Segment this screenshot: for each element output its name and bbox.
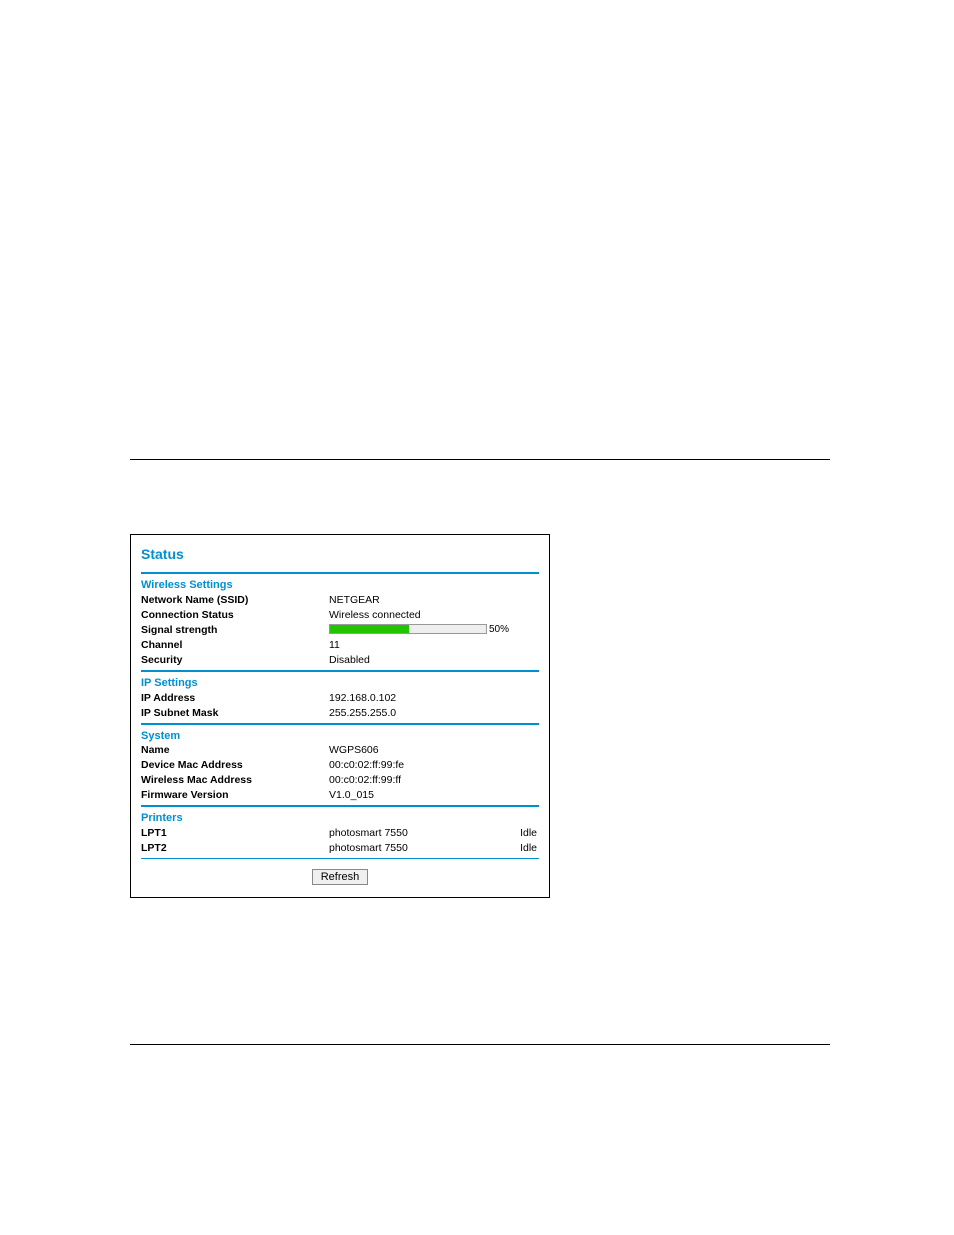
status-panel: Status Wireless Settings Network Name (S… xyxy=(130,534,550,898)
divider xyxy=(141,805,539,807)
label-device-mac: Device Mac Address xyxy=(141,758,243,772)
label-connection-status: Connection Status xyxy=(141,608,234,622)
row-system-name: Name WGPS606 xyxy=(141,743,539,758)
label-subnet-mask: IP Subnet Mask xyxy=(141,706,218,720)
value-ssid: NETGEAR xyxy=(329,593,380,607)
section-heading-wireless: Wireless Settings xyxy=(141,578,539,593)
row-ssid: Network Name (SSID) NETGEAR xyxy=(141,593,539,608)
label-lpt1: LPT1 xyxy=(141,826,167,840)
value-firmware-version: V1.0_015 xyxy=(329,788,374,802)
value-lpt2-name: photosmart 7550 xyxy=(329,841,408,855)
label-signal-strength: Signal strength xyxy=(141,623,217,637)
row-subnet-mask: IP Subnet Mask 255.255.255.0 xyxy=(141,706,539,721)
label-ip-address: IP Address xyxy=(141,691,195,705)
value-lpt1-status: Idle xyxy=(520,826,537,840)
row-signal-strength: Signal strength 50% xyxy=(141,623,539,638)
section-heading-system: System xyxy=(141,729,539,744)
row-wireless-mac: Wireless Mac Address 00:c0:02:ff:99:ff xyxy=(141,773,539,788)
value-channel: 11 xyxy=(329,638,340,652)
label-system-name: Name xyxy=(141,743,170,757)
horizontal-rule xyxy=(130,1044,830,1045)
value-lpt2-status: Idle xyxy=(520,841,537,855)
horizontal-rule xyxy=(130,459,830,460)
value-connection-status: Wireless connected xyxy=(329,608,421,622)
section-heading-ip: IP Settings xyxy=(141,676,539,691)
row-firmware-version: Firmware Version V1.0_015 xyxy=(141,788,539,803)
row-ip-address: IP Address 192.168.0.102 xyxy=(141,691,539,706)
label-ssid: Network Name (SSID) xyxy=(141,593,248,607)
row-printer-1: LPT1 photosmart 7550 Idle xyxy=(141,826,539,841)
value-wireless-mac: 00:c0:02:ff:99:ff xyxy=(329,773,401,787)
signal-strength-bar: 50% xyxy=(329,624,487,634)
panel-title: Status xyxy=(141,545,539,564)
value-security: Disabled xyxy=(329,653,370,667)
row-connection-status: Connection Status Wireless connected xyxy=(141,608,539,623)
row-device-mac: Device Mac Address 00:c0:02:ff:99:fe xyxy=(141,758,539,773)
label-wireless-mac: Wireless Mac Address xyxy=(141,773,252,787)
signal-percent-text: 50% xyxy=(489,623,509,637)
value-subnet-mask: 255.255.255.0 xyxy=(329,706,396,720)
row-printer-2: LPT2 photosmart 7550 Idle xyxy=(141,841,539,856)
row-channel: Channel 11 xyxy=(141,638,539,653)
label-security: Security xyxy=(141,653,182,667)
label-lpt2: LPT2 xyxy=(141,841,167,855)
divider xyxy=(141,670,539,672)
value-device-mac: 00:c0:02:ff:99:fe xyxy=(329,758,404,772)
value-ip-address: 192.168.0.102 xyxy=(329,691,396,705)
section-heading-printers: Printers xyxy=(141,811,539,826)
divider xyxy=(141,723,539,725)
signal-bar-fill xyxy=(330,625,409,633)
label-channel: Channel xyxy=(141,638,182,652)
divider xyxy=(141,858,539,859)
row-security: Security Disabled xyxy=(141,653,539,668)
value-system-name: WGPS606 xyxy=(329,743,379,757)
value-lpt1-name: photosmart 7550 xyxy=(329,826,408,840)
refresh-button[interactable]: Refresh xyxy=(312,869,369,885)
refresh-row: Refresh xyxy=(141,869,539,885)
document-page: Status Wireless Settings Network Name (S… xyxy=(0,0,954,1235)
label-firmware-version: Firmware Version xyxy=(141,788,229,802)
divider xyxy=(141,572,539,574)
